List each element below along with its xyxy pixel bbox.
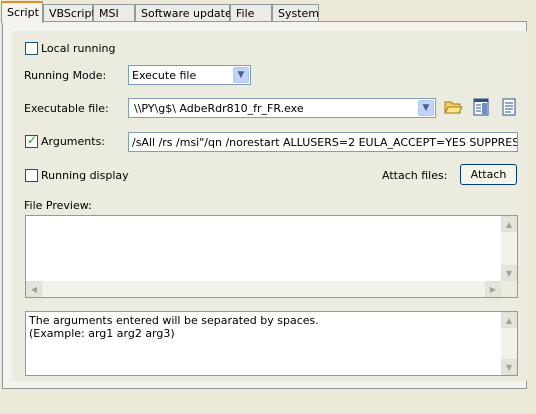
file-preview-area[interactable]: ▲ ▼ ◀ ▶ — [25, 215, 518, 298]
tab-msi[interactable]: MSI — [93, 4, 135, 22]
local-running-label: Local running — [41, 42, 116, 55]
attach-button[interactable]: Attach — [460, 164, 517, 185]
tab-strip: Script VBScript MSI Software update File… — [0, 0, 536, 23]
scroll-up-icon[interactable]: ▲ — [501, 216, 517, 232]
dialog-root: Script VBScript MSI Software update File… — [0, 0, 536, 414]
hint-line-1: The arguments entered will be separated … — [29, 314, 319, 327]
folder-open-icon[interactable] — [443, 97, 463, 117]
scroll-up-icon[interactable]: ▲ — [501, 312, 517, 328]
tab-script[interactable]: Script — [1, 1, 43, 23]
running-mode-value: Execute file — [132, 69, 197, 82]
hint-area[interactable]: The arguments entered will be separated … — [25, 311, 518, 376]
scroll-down-icon[interactable]: ▼ — [501, 359, 517, 375]
running-display-label: Running display — [41, 169, 129, 182]
tab-system[interactable]: System — [272, 4, 319, 22]
arguments-label: Arguments: — [41, 135, 106, 148]
arguments-checkbox[interactable]: ✓ — [25, 133, 38, 148]
running-mode-label: Running Mode: — [24, 69, 107, 82]
hint-vscroll[interactable]: ▲ ▼ — [501, 312, 517, 375]
executable-file-select[interactable]: \\PY\g$\ AdbeRdr810_fr_FR.exe ▼ — [128, 98, 436, 118]
hint-line-2: (Example: arg1 arg2 arg3) — [29, 327, 175, 340]
executable-file-value: \\PY\g$\ AdbeRdr810_fr_FR.exe — [134, 102, 304, 115]
view-file-icon[interactable] — [499, 97, 519, 117]
tab-vbscript[interactable]: VBScript — [43, 4, 96, 22]
executable-file-label: Executable file: — [24, 102, 109, 115]
tab-panel: Local running Running Mode: Execute file… — [2, 21, 527, 389]
check-mark-icon: ✓ — [27, 133, 38, 147]
arguments-value: /sAll /rs /msi"/qn /norestart ALLUSERS=2… — [132, 136, 517, 149]
file-preview-hscroll[interactable]: ◀ ▶ — [26, 281, 501, 297]
file-preview-vscroll[interactable]: ▲ ▼ — [501, 216, 517, 281]
file-preview-label: File Preview: — [24, 199, 92, 212]
tab-software-update[interactable]: Software update — [135, 4, 232, 22]
scroll-corner — [501, 281, 517, 297]
running-display-checkbox[interactable] — [25, 169, 38, 182]
local-running-checkbox[interactable] — [25, 42, 38, 55]
attach-files-label: Attach files: — [382, 169, 448, 182]
script-settings-group: Local running Running Mode: Execute file… — [12, 31, 527, 381]
arguments-input[interactable]: /sAll /rs /msi"/qn /norestart ALLUSERS=2… — [128, 132, 518, 152]
tab-file[interactable]: File — [230, 4, 272, 22]
scroll-down-icon[interactable]: ▼ — [501, 265, 517, 281]
chevron-down-icon[interactable]: ▼ — [233, 67, 249, 83]
scroll-left-icon[interactable]: ◀ — [26, 281, 42, 297]
chevron-down-icon[interactable]: ▼ — [418, 100, 434, 116]
scroll-right-icon[interactable]: ▶ — [485, 281, 501, 297]
browse-window-icon[interactable] — [471, 97, 491, 117]
running-mode-select[interactable]: Execute file ▼ — [128, 65, 251, 85]
